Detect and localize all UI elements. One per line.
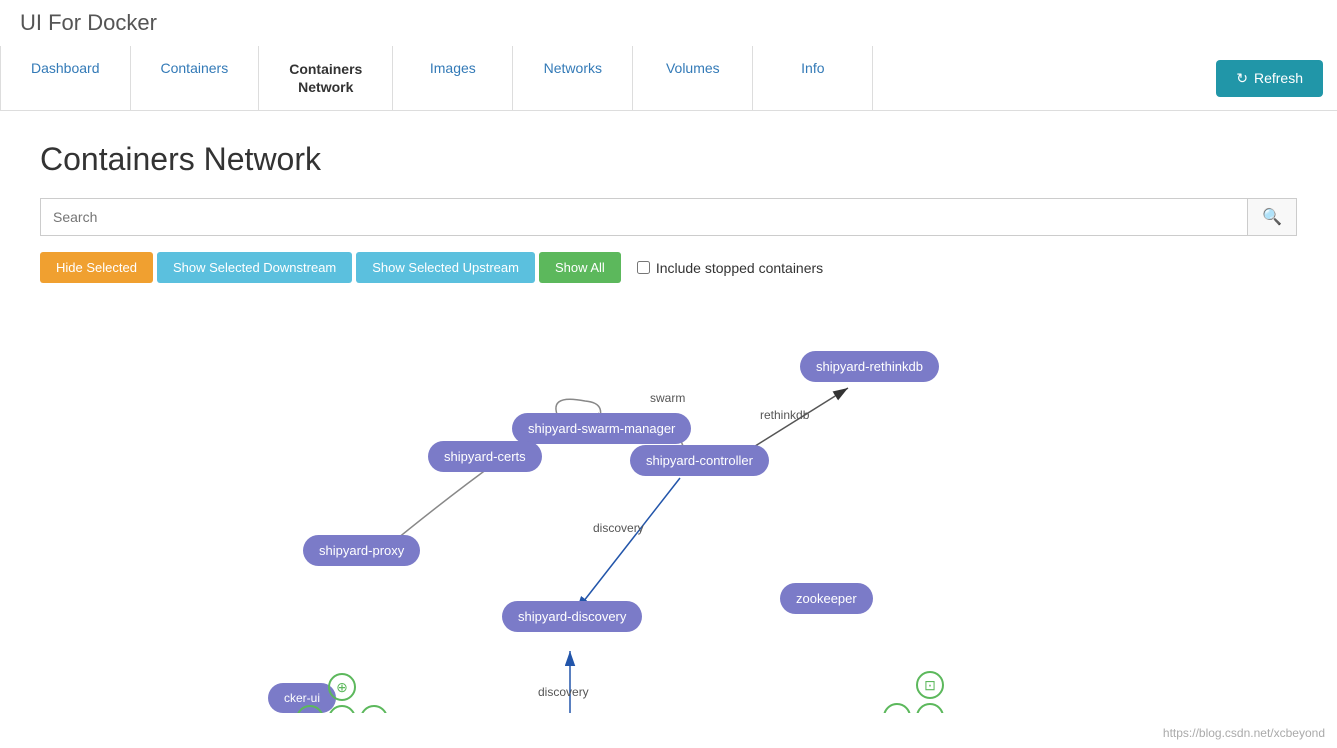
label-discovery: discovery xyxy=(593,521,644,535)
label-rethinkdb: rethinkdb xyxy=(760,408,809,422)
app-title: UI For Docker xyxy=(20,10,157,36)
actions-bar: Hide Selected Show Selected Downstream S… xyxy=(40,252,1297,283)
icon2-square[interactable]: ⊡ xyxy=(916,671,944,699)
page-title: Containers Network xyxy=(40,141,1297,178)
icon2-plus[interactable]: ⊕ xyxy=(916,703,944,713)
node-proxy[interactable]: shipyard-proxy xyxy=(303,535,420,566)
refresh-label: Refresh xyxy=(1254,70,1303,86)
nav-containers[interactable]: Containers xyxy=(131,46,260,110)
nav-containers-network[interactable]: ContainersNetwork xyxy=(259,46,393,110)
node-rethinkdb[interactable]: shipyard-rethinkdb xyxy=(800,351,939,382)
icon2-minus[interactable]: ⊖ xyxy=(883,703,911,713)
node-swarm-manager[interactable]: shipyard-swarm-manager xyxy=(512,413,691,444)
graph-svg xyxy=(40,293,1297,713)
watermark: https://blog.csdn.net/xcbeyond xyxy=(1163,726,1325,740)
include-stopped-checkbox[interactable] xyxy=(637,261,650,274)
label-discovery2: discovery xyxy=(538,685,589,699)
refresh-icon: ↻ xyxy=(1236,70,1248,87)
show-upstream-button[interactable]: Show Selected Upstream xyxy=(356,252,535,283)
search-button[interactable]: 🔍 xyxy=(1247,198,1297,236)
search-input[interactable] xyxy=(40,198,1247,236)
node-certs[interactable]: shipyard-certs xyxy=(428,441,542,472)
include-stopped-text: Include stopped containers xyxy=(656,260,823,276)
main-content: Containers Network 🔍 Hide Selected Show … xyxy=(0,111,1337,743)
show-downstream-button[interactable]: Show Selected Downstream xyxy=(157,252,352,283)
node-discovery[interactable]: shipyard-discovery xyxy=(502,601,642,632)
nav-volumes[interactable]: Volumes xyxy=(633,46,753,110)
search-icon: 🔍 xyxy=(1262,209,1282,226)
hide-selected-button[interactable]: Hide Selected xyxy=(40,252,153,283)
main-nav: Dashboard Containers ContainersNetwork I… xyxy=(0,46,1202,110)
include-stopped-label: Include stopped containers xyxy=(637,260,823,276)
node-controller[interactable]: shipyard-controller xyxy=(630,445,769,476)
nav-images[interactable]: Images xyxy=(393,46,513,110)
graph-area: shipyard-rethinkdb shipyard-swarm-manage… xyxy=(40,293,1297,713)
icon-expand-up[interactable]: ⊕ xyxy=(328,673,356,701)
node-zookeeper[interactable]: zookeeper xyxy=(780,583,873,614)
icon-right[interactable]: ⊖ xyxy=(360,705,388,713)
nav-info[interactable]: Info xyxy=(753,46,873,110)
nav-networks[interactable]: Networks xyxy=(513,46,633,110)
nav-dashboard[interactable]: Dashboard xyxy=(0,46,131,110)
app-header: UI For Docker xyxy=(0,0,1337,46)
header-row: Dashboard Containers ContainersNetwork I… xyxy=(0,46,1337,111)
refresh-button[interactable]: ↻ Refresh xyxy=(1216,60,1323,97)
label-swarm: swarm xyxy=(650,391,685,405)
refresh-area: ↻ Refresh xyxy=(1202,46,1337,110)
search-container: 🔍 xyxy=(40,198,1297,236)
show-all-button[interactable]: Show All xyxy=(539,252,621,283)
